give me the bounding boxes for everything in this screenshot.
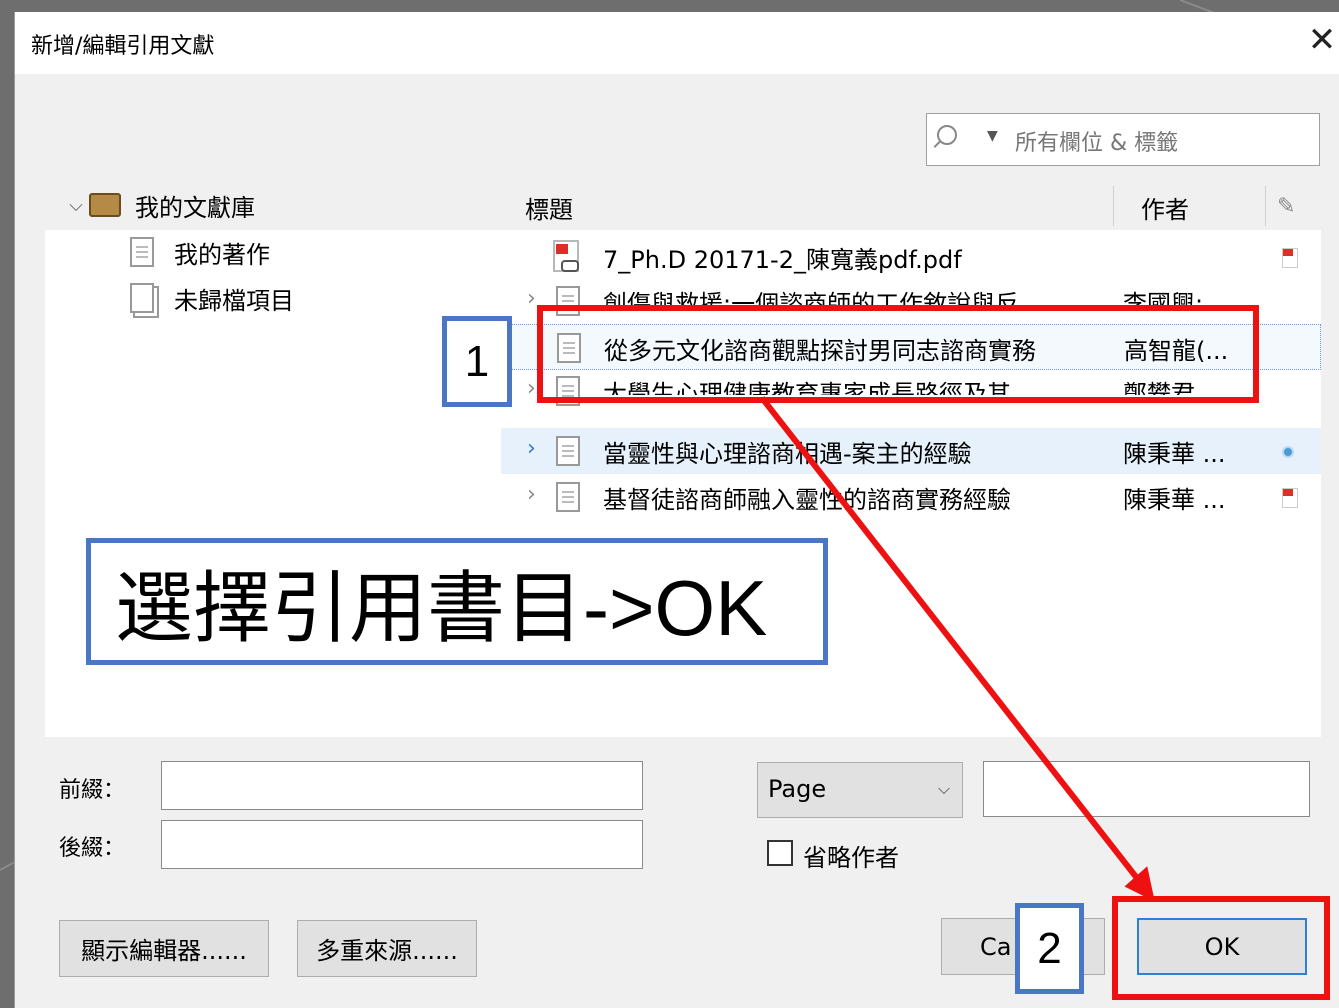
- column-header-title[interactable]: 標題: [525, 190, 573, 225]
- suffix-input[interactable]: [161, 820, 643, 869]
- tree-item-unfiled[interactable]: 未歸檔項目: [130, 280, 294, 316]
- add-edit-citation-dialog: 新增/編輯引用文獻 ✕ ▼ 所有欄位 & 標籤 ⌵ 我的文獻庫 我的著作 未歸檔…: [14, 12, 1339, 1008]
- annotation-step-1: 1: [442, 316, 512, 407]
- tree-item-label: 我的著作: [174, 240, 270, 269]
- annotation-highlight-item: [537, 305, 1259, 403]
- dialog-title: 新增/編輯引用文獻: [31, 34, 215, 59]
- omit-author-checkbox[interactable]: [767, 840, 793, 866]
- document-icon: [130, 237, 154, 267]
- chevron-right-icon[interactable]: ›: [527, 286, 536, 311]
- locator-input[interactable]: [983, 761, 1310, 817]
- item-title: 7_Ph.D 20171-2_陳寬義pdf.pdf: [603, 246, 962, 274]
- prefix-label: 前綴：: [59, 778, 126, 803]
- document-icon: [556, 482, 580, 512]
- library-folder-icon: [89, 193, 121, 217]
- item-title: 基督徒諮商師融入靈性的諮商實務經驗: [603, 486, 1011, 514]
- annotation-highlight-ok: [1112, 896, 1330, 1000]
- chevron-right-icon[interactable]: ›: [527, 482, 536, 507]
- list-header: 標題 作者 ✎: [501, 182, 1321, 230]
- column-divider[interactable]: [1113, 186, 1114, 226]
- paperclip-icon[interactable]: ✎: [1277, 194, 1295, 219]
- chevron-right-icon[interactable]: ›: [527, 436, 536, 461]
- title-bar: 新增/編輯引用文獻 ✕: [15, 12, 1339, 74]
- close-icon[interactable]: ✕: [1298, 16, 1339, 64]
- item-author: 陳秉華 ...: [1123, 486, 1226, 514]
- tree-item-my-library[interactable]: ⌵ 我的文獻庫: [63, 187, 255, 223]
- tree-item-my-publications[interactable]: 我的著作: [130, 234, 270, 270]
- search-mode-dropdown-icon[interactable]: ▼: [987, 128, 998, 144]
- search-input[interactable]: 所有欄位 & 標籤: [1015, 125, 1178, 157]
- pdf-attachment-icon[interactable]: [1282, 488, 1298, 508]
- link-attachment-icon[interactable]: [1282, 446, 1294, 458]
- list-item[interactable]: › 當靈性與心理諮商相遇-案主的經驗 陳秉華 ...: [501, 428, 1321, 474]
- list-item[interactable]: › 基督徒諮商師融入靈性的諮商實務經驗 陳秉華 ...: [501, 474, 1321, 520]
- locator-type-value: Page: [768, 775, 827, 803]
- locator-type-select[interactable]: Page ⌵: [757, 762, 963, 818]
- pdf-attachment-icon[interactable]: [1282, 248, 1298, 268]
- multiple-sources-button[interactable]: 多重來源......: [297, 920, 477, 977]
- annotation-callout: 選擇引用書目->OK: [86, 538, 828, 665]
- item-author: 陳秉華 ...: [1123, 440, 1226, 468]
- show-editor-button[interactable]: 顯示編輯器......: [59, 920, 269, 977]
- document-icon: [556, 436, 580, 466]
- tree-item-label: 未歸檔項目: [174, 286, 294, 315]
- search-box[interactable]: ▼ 所有欄位 & 標籤: [926, 113, 1320, 166]
- chevron-right-icon[interactable]: ›: [527, 376, 536, 401]
- column-header-author[interactable]: 作者: [1141, 190, 1189, 225]
- tree-root-label: 我的文獻庫: [135, 193, 255, 222]
- column-divider[interactable]: [1265, 186, 1266, 226]
- item-title: 當靈性與心理諮商相遇-案主的經驗: [603, 440, 972, 468]
- prefix-input[interactable]: [161, 761, 643, 810]
- pdf-icon: [553, 240, 579, 272]
- search-icon: [937, 125, 957, 145]
- list-item[interactable]: 7_Ph.D 20171-2_陳寬義pdf.pdf: [501, 234, 1321, 280]
- omit-author-label[interactable]: 省略作者: [803, 838, 899, 873]
- chevron-down-icon[interactable]: ⌵: [63, 195, 89, 216]
- unfiled-items-icon: [130, 283, 154, 313]
- suffix-label: 後綴：: [59, 836, 126, 861]
- annotation-step-2: 2: [1015, 903, 1084, 994]
- chevron-down-icon: ⌵: [937, 779, 950, 798]
